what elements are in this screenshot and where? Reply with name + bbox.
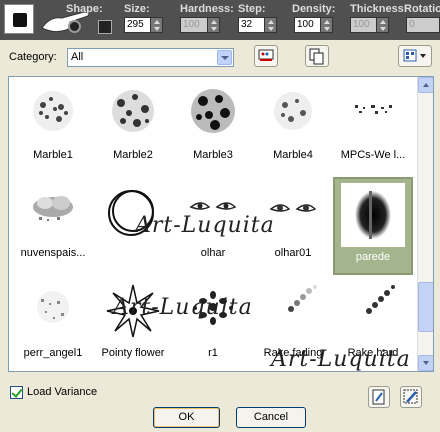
hardness-spinner[interactable]: [207, 17, 220, 33]
brush-item-marble4[interactable]: Marble4: [253, 77, 333, 171]
brush-name: r1: [208, 347, 218, 359]
scroll-down-button[interactable]: [418, 355, 433, 371]
brush-name: nuvenspais...: [20, 247, 86, 259]
brush-item-perr-angel1[interactable]: perr_angel1: [13, 273, 93, 369]
brush-item-nuvenspais[interactable]: nuvenspais...: [13, 173, 93, 269]
document-pencil-icon: [372, 389, 385, 405]
brush-tip-icon: [258, 49, 274, 61]
size-label: Size:: [124, 3, 150, 15]
brush-preview[interactable]: [4, 4, 34, 34]
rake-brush-icon: [288, 285, 317, 312]
brush-dialog: Category: All Marble1 Marble2 Marble3 Ma…: [0, 40, 440, 432]
view-grid-icon: [403, 49, 426, 62]
marble-brush-icon: [274, 92, 312, 130]
checkbox-check-icon[interactable]: [10, 386, 23, 399]
load-variance-label: Load Variance: [27, 386, 98, 398]
brush-name: Marble3: [193, 149, 233, 161]
square-shape-icon[interactable]: [98, 20, 112, 34]
rotation-field[interactable]: 0: [406, 17, 440, 33]
rotation-label: Rotation: [404, 3, 440, 15]
brush-item-marble3[interactable]: Marble3: [173, 77, 253, 171]
view-options-button[interactable]: [398, 45, 432, 67]
scroll-up-button[interactable]: [418, 77, 433, 93]
size-spinner[interactable]: [150, 17, 163, 33]
step-spinner[interactable]: [264, 17, 277, 33]
marble-brush-icon: [112, 90, 154, 132]
brush-grid: Marble1 Marble2 Marble3 Marble4 MPCs-We …: [8, 76, 434, 372]
edit-brush-button[interactable]: [400, 386, 422, 408]
category-select[interactable]: All: [67, 48, 234, 67]
brush-name: olhar01: [274, 247, 312, 259]
brush-name: parede: [355, 251, 391, 263]
wall-brush-icon: [341, 183, 405, 247]
thickness-label: Thickness:: [350, 3, 408, 15]
marble-brush-icon: [33, 91, 73, 131]
brush-item-parede[interactable]: parede: [333, 177, 413, 275]
cloud-brush-icon: [33, 196, 73, 221]
category-value: All: [71, 51, 84, 63]
new-brush-button[interactable]: [368, 386, 390, 408]
category-label: Category:: [9, 51, 57, 63]
shape-label: Shape:: [66, 3, 103, 15]
ok-button[interactable]: OK: [153, 407, 220, 428]
brush-options-toolbar: Shape: Size: 295 Hardness: 100 Step: 32 …: [0, 0, 440, 40]
brush-item-pointy-flower[interactable]: Pointy flower: [93, 273, 173, 369]
signature-watermark: Art-Luquita: [113, 295, 253, 320]
hardness-label: Hardness:: [180, 3, 234, 15]
step-field[interactable]: 32: [238, 17, 266, 33]
brush-dot-icon: [13, 13, 27, 27]
brush-item-marble1[interactable]: Marble1: [13, 77, 93, 171]
brush-tip-button[interactable]: [254, 45, 278, 67]
density-spinner[interactable]: [320, 17, 333, 33]
copy-button[interactable]: [305, 45, 329, 67]
vertical-scrollbar[interactable]: [417, 77, 433, 371]
cancel-button[interactable]: Cancel: [236, 407, 306, 428]
scroll-thumb[interactable]: [418, 282, 433, 332]
marble-brush-icon: [191, 89, 235, 133]
brush-name: Pointy flower: [101, 347, 165, 359]
chevron-down-icon[interactable]: [217, 50, 232, 65]
angel-brush-icon: [37, 291, 69, 323]
brush-name: MPCs-We l...: [340, 149, 406, 161]
brush-item-marble2[interactable]: Marble2: [93, 77, 173, 171]
edit-pencil-icon: [403, 389, 418, 404]
copy-icon: [309, 48, 324, 65]
density-label: Density:: [292, 3, 336, 15]
hardness-field[interactable]: 100: [180, 17, 208, 33]
brush-name: Marble2: [113, 149, 153, 161]
brush-name: olhar: [200, 247, 226, 259]
brush-name: perr_angel1: [23, 347, 83, 359]
density-field[interactable]: 100: [294, 17, 322, 33]
brush-item-mpcs[interactable]: MPCs-We l...: [333, 77, 413, 171]
scatter-brush-icon: [355, 105, 392, 114]
thickness-spinner[interactable]: [376, 17, 389, 33]
signature-watermark: Art-Luquita: [271, 347, 411, 372]
brush-name: Marble4: [273, 149, 313, 161]
round-shape-icon[interactable]: [68, 20, 81, 33]
thickness-field[interactable]: 100: [350, 17, 378, 33]
size-field[interactable]: 295: [124, 17, 152, 33]
signature-watermark: Art-Luquita: [135, 213, 275, 238]
step-label: Step:: [238, 3, 266, 15]
rake-brush-icon: [366, 285, 395, 314]
brush-item-r1[interactable]: r1: [173, 273, 253, 369]
brush-name: Marble1: [33, 149, 73, 161]
